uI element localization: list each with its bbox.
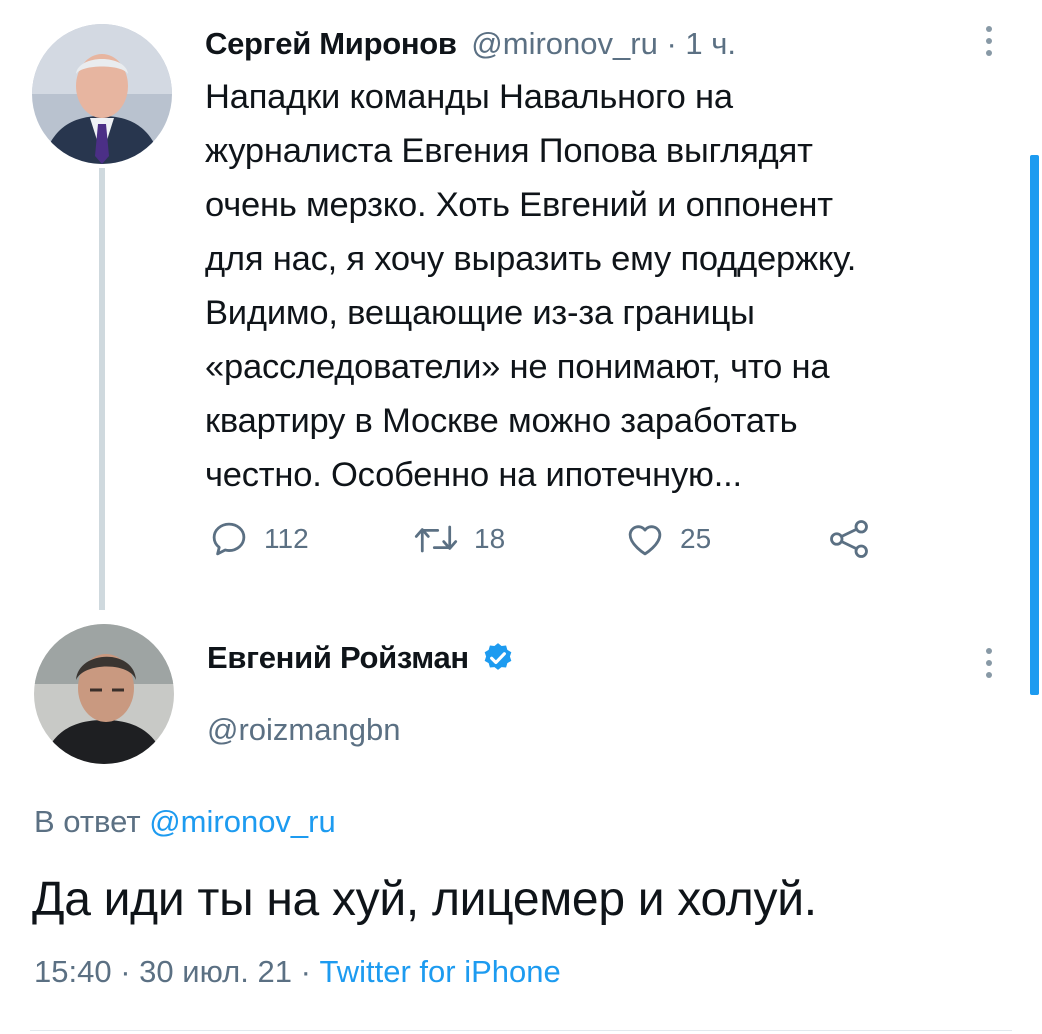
meta-separator: · [120, 954, 131, 989]
like-button[interactable]: 25 [624, 518, 711, 560]
reply-icon [212, 522, 246, 556]
author-handle[interactable]: @roizmangbn [207, 708, 400, 752]
tweet-meta: 15:40 · 30 июл. 21 · Twitter for iPhone [34, 950, 561, 994]
more-icon[interactable] [986, 26, 994, 56]
parent-tweet-header: Сергей Миронов @mironov_ru · 1 ч. [205, 22, 736, 66]
tweet-text-line: квартиру в Москве можно заработать [205, 402, 798, 440]
bottom-divider [30, 1030, 1012, 1031]
reply-prefix: В ответ [34, 804, 141, 839]
retweet-button[interactable]: 18 [412, 518, 505, 560]
more-icon[interactable] [986, 648, 994, 678]
share-button[interactable] [826, 518, 872, 560]
thread-connector-line [99, 168, 105, 610]
tweet-text-line: для нас, я хочу выразить ему поддержку. [205, 240, 857, 278]
reply-to-handle[interactable]: @mironov_ru [149, 804, 336, 839]
parent-tweet-text: Нападки команды Навального на журналиста… [205, 70, 995, 502]
tweet-text-line: честно. Особенно на ипотечную... [205, 456, 742, 494]
verified-badge-icon [484, 643, 512, 670]
author-name[interactable]: Сергей Миронов [205, 26, 457, 61]
main-tweet-header: Евгений Ройзман [207, 640, 515, 676]
avatar-mironov[interactable] [32, 24, 172, 164]
tweet-text-line: журналиста Евгения Попова выглядят [205, 132, 813, 170]
tweet-text-line: Нападки команды Навального на [205, 78, 733, 116]
scrollbar[interactable] [1030, 155, 1039, 695]
tweet-date[interactable]: 30 июл. 21 [139, 954, 292, 989]
retweet-count: 18 [474, 523, 506, 554]
reply-button[interactable]: 112 [208, 518, 309, 560]
author-handle[interactable]: @mironov_ru [471, 26, 658, 61]
main-tweet-text: Да иди ты на хуй, лицемер и холуй. [32, 873, 817, 926]
tweet-text-line: Видимо, вещающие из-за границы [205, 294, 755, 332]
author-name[interactable]: Евгений Ройзман [207, 640, 469, 676]
avatar-photo [34, 624, 174, 764]
tweet-text-line: «расследователи» не понимают, что на [205, 348, 830, 386]
header-separator: · [666, 26, 677, 61]
share-icon [830, 520, 868, 558]
reply-count: 112 [264, 523, 309, 554]
reply-context: В ответ @mironov_ru [34, 800, 336, 844]
avatar-roizman[interactable] [34, 624, 174, 764]
like-count: 25 [680, 523, 712, 554]
retweet-icon [414, 525, 458, 553]
tweet-source[interactable]: Twitter for iPhone [320, 954, 561, 989]
tweet-time[interactable]: 1 ч. [685, 26, 736, 61]
meta-separator: · [300, 954, 311, 989]
like-icon [628, 525, 662, 556]
avatar-photo [32, 24, 172, 164]
tweet-timestamp[interactable]: 15:40 [34, 954, 112, 989]
tweet-text-line: очень мерзко. Хоть Евгений и оппонент [205, 186, 833, 224]
